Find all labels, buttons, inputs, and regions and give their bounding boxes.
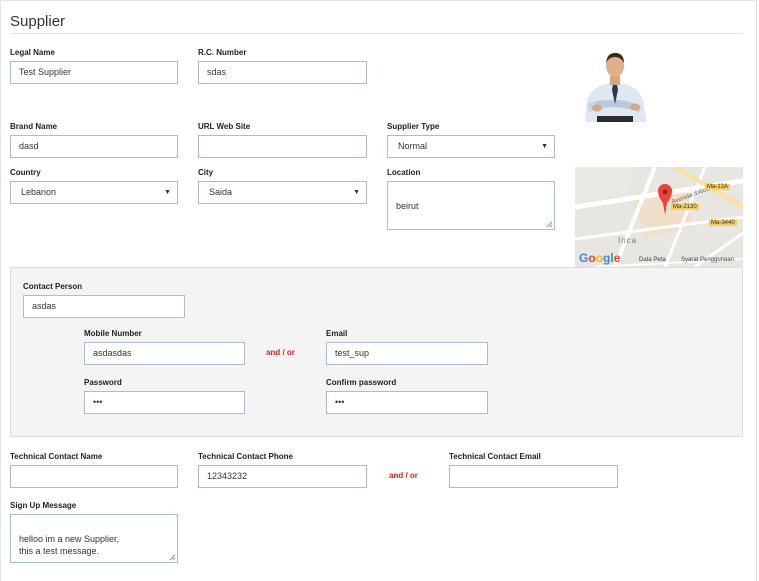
url-web-site-label: URL Web Site	[198, 122, 251, 131]
location-textarea[interactable]: beirut	[387, 181, 555, 230]
place-label: Inca	[618, 236, 638, 245]
location-map[interactable]: Avenida d'Alcú Ma-13A Ma-2130 Ma-3440 In…	[575, 167, 743, 267]
rc-number-input[interactable]: sdas	[198, 61, 367, 84]
technical-contact-name-label: Technical Contact Name	[10, 452, 103, 461]
google-logo-letter: e	[613, 251, 621, 265]
email-input[interactable]: test_sup	[326, 342, 488, 365]
url-web-site-input[interactable]	[198, 135, 367, 158]
contact-person-label: Contact Person	[23, 282, 83, 291]
city-value: Saida	[209, 187, 233, 197]
google-logo-letter: G	[579, 251, 589, 265]
map-terms-link[interactable]: Syarat Penggunaan	[681, 257, 734, 263]
chevron-down-icon: ▼	[353, 189, 360, 196]
technical-contact-email-input[interactable]	[449, 465, 618, 488]
brand-name-input[interactable]: dasd	[10, 135, 178, 158]
legal-name-input[interactable]: Test Supplier	[10, 61, 178, 84]
road-tag-1: Ma-13A	[705, 184, 731, 190]
road-tag-2: Ma-2130	[671, 204, 699, 210]
legal-name-label: Legal Name	[10, 48, 55, 57]
and-or-text: and / or	[266, 348, 295, 357]
country-label: Country	[10, 168, 41, 177]
technical-and-or-text: and / or	[389, 471, 418, 480]
mobile-number-input[interactable]: asdasdas	[84, 342, 245, 365]
password-label: Password	[84, 378, 122, 387]
google-logo[interactable]: Google	[579, 251, 620, 265]
password-input[interactable]: •••	[84, 391, 245, 414]
mobile-number-label: Mobile Number	[84, 329, 142, 338]
resize-grip-icon[interactable]	[169, 554, 176, 561]
resize-grip-icon[interactable]	[546, 221, 553, 228]
signup-message-value: helloo im a new Supplier, this a test me…	[19, 534, 120, 556]
signup-message-textarea[interactable]: helloo im a new Supplier, this a test me…	[10, 514, 178, 563]
supplier-type-label: Supplier Type	[387, 122, 440, 131]
map-data-link[interactable]: Data Peta	[639, 257, 666, 263]
businessman-photo	[575, 44, 655, 122]
rc-number-label: R.C. Number	[198, 48, 247, 57]
contact-person-input[interactable]: asdas	[23, 295, 185, 318]
supplier-type-select[interactable]: Normal ▼	[387, 135, 555, 158]
technical-contact-name-input[interactable]	[10, 465, 178, 488]
email-label: Email	[326, 329, 348, 338]
technical-contact-phone-label: Technical Contact Phone	[198, 452, 293, 461]
country-value: Lebanon	[21, 187, 57, 197]
city-label: City	[198, 168, 214, 177]
technical-contact-email-label: Technical Contact Email	[449, 452, 541, 461]
brand-name-label: Brand Name	[10, 122, 58, 131]
title-divider	[10, 33, 743, 34]
city-select[interactable]: Saida ▼	[198, 181, 367, 204]
page-title: Supplier	[10, 13, 66, 30]
country-select[interactable]: Lebanon ▼	[10, 181, 178, 204]
google-logo-letter: o	[595, 251, 604, 265]
confirm-password-input[interactable]: •••	[326, 391, 488, 414]
location-label: Location	[387, 168, 421, 177]
technical-contact-phone-input[interactable]: 12343232	[198, 465, 367, 488]
chevron-down-icon: ▼	[541, 143, 548, 150]
supplier-type-value: Normal	[398, 141, 428, 151]
confirm-password-label: Confirm password	[326, 378, 397, 387]
signup-message-label: Sign Up Message	[10, 501, 77, 510]
google-logo-letter: o	[588, 251, 596, 265]
road-tag-3: Ma-3440	[709, 220, 737, 226]
chevron-down-icon: ▼	[164, 189, 171, 196]
location-value: beirut	[396, 201, 419, 211]
supplier-avatar[interactable]	[575, 44, 655, 122]
